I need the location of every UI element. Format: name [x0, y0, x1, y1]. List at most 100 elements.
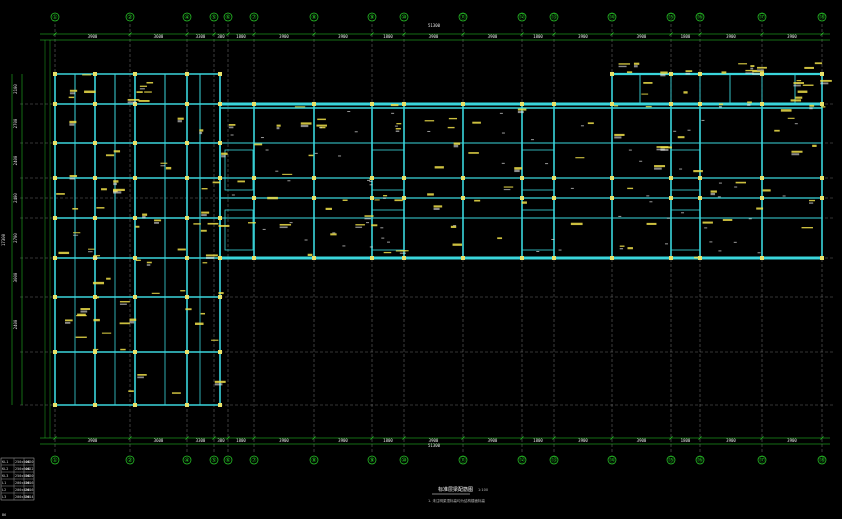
schedule-cell-text: L3 [2, 495, 6, 499]
rebar-callout-107 [390, 104, 399, 107]
stair-box-5 [371, 209, 405, 251]
column-57 [402, 102, 406, 106]
axis-label-top-5: ⑥ [225, 14, 230, 21]
rebar-callout-182 [735, 181, 746, 184]
schedule-cell-text: 4Φ20 [25, 460, 33, 464]
column-13 [93, 216, 97, 220]
column-42 [218, 295, 222, 299]
beam-layer [54, 72, 823, 406]
dim-text-bottom-6: 3900 [279, 438, 289, 443]
rebar-callout-84 [144, 91, 152, 93]
axis-label-bottom-11: ⑫ [519, 456, 525, 464]
rebar-callout-16 [177, 117, 184, 120]
column-layer [53, 72, 824, 407]
beam-label-mark-48 [391, 112, 395, 114]
dim-text-top-16: 3900 [787, 34, 797, 39]
rebar-callout-132 [453, 142, 461, 145]
rebar-callout-199 [804, 66, 814, 69]
total-dimension-bottom: 51300 [428, 443, 441, 448]
dim-text-bottom-11: 1800 [533, 438, 543, 443]
rebar-callout-226 [626, 71, 633, 74]
rebar-callout-149 [614, 133, 625, 136]
rebar-callout-25 [75, 336, 87, 338]
column-1 [53, 102, 57, 106]
beam-label-mark-11 [231, 194, 235, 196]
rebar-callout-36 [129, 321, 135, 324]
column-70 [552, 176, 556, 180]
axis-label-bottom-1: ① [52, 457, 57, 464]
column-79 [669, 196, 673, 200]
dim-text-left-4: 2400 [13, 193, 18, 203]
axis-label-top-4: ⑤ [211, 14, 216, 21]
rebar-callout-165 [342, 199, 348, 201]
dim-text-bottom-10: 3900 [488, 438, 498, 443]
column-30 [185, 176, 189, 180]
rebar-callout-43 [142, 216, 146, 219]
column-28 [185, 102, 189, 106]
column-78 [669, 176, 673, 180]
dim-text-bottom-8: 1800 [383, 438, 393, 443]
drawing-note: 1. 未注明梁顶标高均为结构楼面标高 [428, 498, 485, 503]
column-6 [53, 295, 57, 299]
beam-label-mark-28 [369, 184, 373, 186]
total-dimension-left: 17300 [1, 233, 6, 246]
rebar-callout-73 [185, 308, 192, 311]
beam-label-mark-36 [387, 241, 391, 243]
column-18 [133, 72, 137, 76]
rebar-callout-208 [738, 63, 748, 65]
column-52 [312, 256, 316, 260]
rebar-callout-11 [180, 290, 186, 292]
rebar-callout-46 [201, 211, 210, 214]
axis-label-bottom-12: ⑬ [551, 456, 557, 464]
rebar-callout-83 [113, 191, 122, 194]
rebar-callout-163 [503, 188, 511, 191]
beam-label-mark-14 [501, 132, 505, 134]
beam-label-mark-35 [453, 225, 457, 227]
rebar-callout-4 [84, 90, 96, 94]
rebar-callout-186 [474, 199, 481, 202]
column-4 [53, 216, 57, 220]
rebar-callout-190 [294, 106, 306, 108]
column-12 [93, 176, 97, 180]
beam-label-mark-9 [501, 162, 505, 164]
rebar-callout-17 [177, 120, 182, 123]
rebar-callout-170 [434, 166, 444, 169]
beam-label-mark-18 [314, 152, 318, 154]
schedule-cell-text: KL1 [2, 460, 8, 464]
rebar-callout-54 [218, 292, 224, 295]
column-65 [520, 102, 524, 106]
beam-label-mark-16 [262, 228, 266, 230]
stair-box-0 [224, 149, 254, 191]
rebar-callout-236 [633, 65, 638, 68]
rebar-callout-141 [447, 126, 455, 129]
beam-label-mark-29 [381, 237, 385, 239]
axis-label-top-16: ⑰ [759, 13, 765, 21]
beam-label-mark-19 [347, 111, 351, 113]
rebar-callout-98 [787, 117, 795, 119]
column-74 [610, 176, 614, 180]
rebar-callout-49 [205, 256, 215, 259]
column-92 [820, 256, 824, 260]
rebar-callout-155 [809, 104, 815, 107]
axis-label-top-10: ⑪ [460, 13, 466, 21]
beam-label-mark-23 [287, 180, 291, 182]
schedule-cell-text: KL3 [2, 474, 8, 478]
beam-label-mark-49 [427, 130, 431, 132]
rebar-callout-153 [654, 165, 666, 168]
axis-label-bottom-15: ⑯ [697, 456, 703, 464]
axis-label-top-2: ② [127, 14, 132, 21]
rebar-callout-88 [69, 175, 78, 178]
axis-label-bottom-7: ⑧ [311, 457, 316, 464]
rebar-callout-68 [92, 281, 105, 285]
rebar-callout-101 [756, 207, 764, 210]
rebar-callout-59 [93, 318, 100, 322]
rebar-callout-231 [820, 79, 832, 82]
schedule-cell-text: L1 [2, 481, 6, 485]
rebar-callout-8 [93, 257, 99, 259]
rebar-callout-27 [80, 310, 88, 313]
column-76 [610, 256, 614, 260]
column-82 [698, 176, 702, 180]
dim-text-left-5: 2700 [13, 233, 18, 243]
rebar-callout-227 [683, 91, 688, 94]
rebar-callout-69 [211, 339, 219, 341]
